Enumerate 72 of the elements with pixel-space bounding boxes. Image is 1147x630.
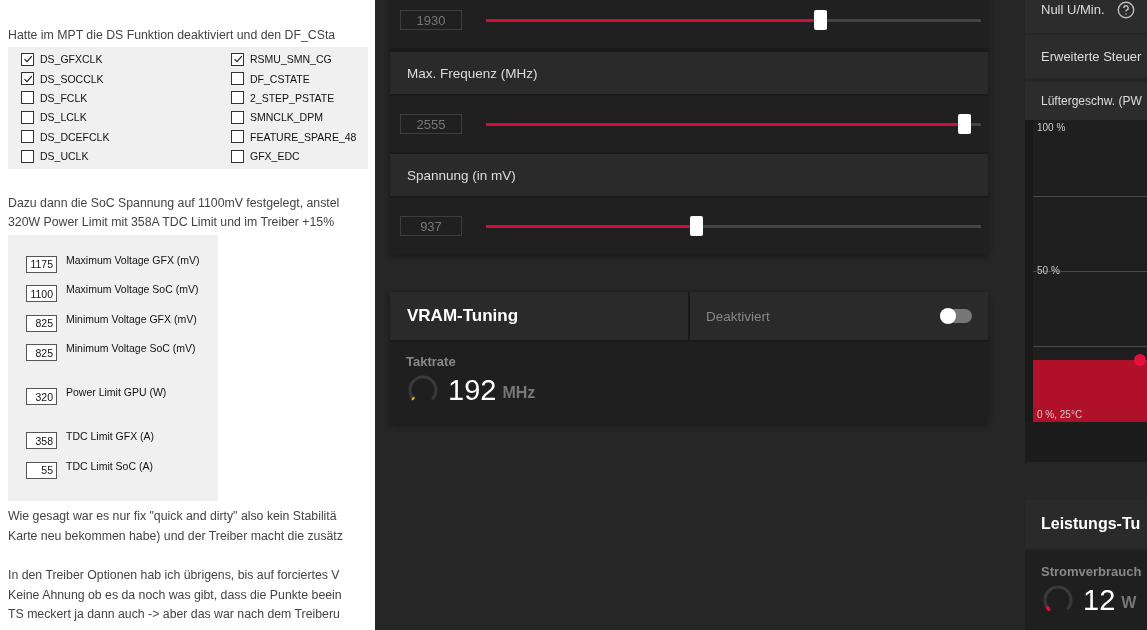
axis-label: 100 % <box>1037 122 1066 133</box>
section-title: VRAM-Tuning <box>390 292 688 340</box>
metric-value: 12 <box>1083 583 1116 617</box>
setting-label: Lüftergeschw. (PW <box>1041 94 1142 108</box>
axis-label: 0 %, 25°C <box>1037 409 1083 420</box>
axis-label: 50 % <box>1037 265 1060 276</box>
section-title: Leistungs-Tu <box>1025 500 1147 548</box>
help-icon[interactable] <box>1116 1 1135 19</box>
input-field[interactable]: 1175 <box>26 255 57 273</box>
checkbox[interactable] <box>21 91 34 105</box>
text-line: Keine Ahnung ob es da noch was gibt, dass die Punkte beein <box>8 586 343 604</box>
value-field[interactable]: 1930 <box>400 10 462 30</box>
value-field[interactable]: 937 <box>400 216 462 236</box>
checkbox-label: DS_FCLK <box>40 91 88 104</box>
input-field[interactable]: 825 <box>26 344 57 362</box>
input-field[interactable]: 825 <box>26 314 57 332</box>
field-label: TDC Limit SoC (A) <box>66 459 153 472</box>
checkbox[interactable] <box>231 91 244 105</box>
metric-unit: W <box>1121 594 1137 612</box>
checkbox-label: DS_UCLK <box>40 150 89 163</box>
checkbox[interactable] <box>231 130 244 144</box>
text-line: Dazu dann die SoC Spannung auf 1100mV festgelegt, anstel <box>8 194 341 212</box>
slider-thumb[interactable] <box>689 216 703 236</box>
setting-heading: Max. Frequenz (MHz) <box>390 52 988 94</box>
checkbox[interactable] <box>21 52 34 66</box>
toggle-switch[interactable] <box>940 309 972 323</box>
checkbox[interactable] <box>21 149 34 163</box>
checkbox[interactable] <box>21 72 34 86</box>
checkbox[interactable] <box>231 72 244 86</box>
fan-curve-drawing[interactable] <box>1033 352 1147 422</box>
text-line: Wie gesagt war es nur fix "quick and dirty" also kein Stabilitä <box>8 508 338 526</box>
text-line: Karte neu bekommen habe) und der Treiber macht die zusätz <box>8 527 344 545</box>
checkbox[interactable] <box>21 110 34 124</box>
field-label: Maximum Voltage GFX (mV) <box>66 253 200 266</box>
value-field[interactable]: 2555 <box>400 114 462 134</box>
setting-label: Null U/Min. <box>1041 2 1105 17</box>
metric-unit: MHz <box>502 384 536 402</box>
setting-label: Erweiterte Steuer <box>1041 49 1142 64</box>
field-label: Minimum Voltage SoC (mV) <box>66 342 196 355</box>
checkbox-label: DS_SOCCLK <box>40 72 104 85</box>
text-line: TS meckert ja dann auch -> aber das war nach dem Treiberu <box>8 606 341 624</box>
checkbox-label: FEATURE_SPARE_48 <box>250 130 357 143</box>
checkbox-label: DS_DCEFCLK <box>40 130 110 143</box>
input-field[interactable]: 55 <box>26 461 57 479</box>
slider-thumb[interactable] <box>814 10 828 30</box>
checkbox-label: GFX_EDC <box>250 150 300 163</box>
input-field[interactable]: 1100 <box>26 285 57 303</box>
checkbox-label: 2_STEP_PSTATE <box>250 91 335 104</box>
text-line: Hatte im MPT die DS Funktion deaktiviert und den DF_CSta <box>8 27 337 44</box>
text-line: In den Treiber Optionen hab ich übrigens, bis auf forciertes V <box>8 567 341 585</box>
checkbox-label: RSMU_SMN_CG <box>250 53 332 66</box>
input-field[interactable]: 320 <box>26 388 57 406</box>
checkbox[interactable] <box>231 110 244 124</box>
checkbox-label: DS_LCLK <box>40 111 87 124</box>
metric-value: 192 <box>448 373 497 407</box>
field-label: Maximum Voltage SoC (mV) <box>66 283 199 296</box>
field-label: Power Limit GPU (W) <box>66 386 167 399</box>
metric-label: Stromverbrauch <box>1041 564 1143 579</box>
checkbox[interactable] <box>231 52 244 66</box>
checkbox[interactable] <box>21 130 34 144</box>
text-line: 320W Power Limit mit 358A TDC Limit und im Treiber +15% <box>8 214 336 232</box>
checkbox-label: DS_GFXCLK <box>40 53 103 66</box>
field-label: TDC Limit GFX (A) <box>66 430 155 443</box>
setting-heading: Spannung (in mV) <box>390 154 988 196</box>
metric-label: Taktrate <box>406 354 457 369</box>
checkbox[interactable] <box>231 149 244 163</box>
checkbox-label: DF_CSTATE <box>250 72 310 85</box>
status-label: Deaktiviert <box>706 308 770 324</box>
field-label: Minimum Voltage GFX (mV) <box>66 312 197 325</box>
input-field[interactable]: 358 <box>26 432 57 450</box>
checkbox-label: SMNCLK_DPM <box>250 111 323 124</box>
slider-thumb[interactable] <box>958 114 972 134</box>
